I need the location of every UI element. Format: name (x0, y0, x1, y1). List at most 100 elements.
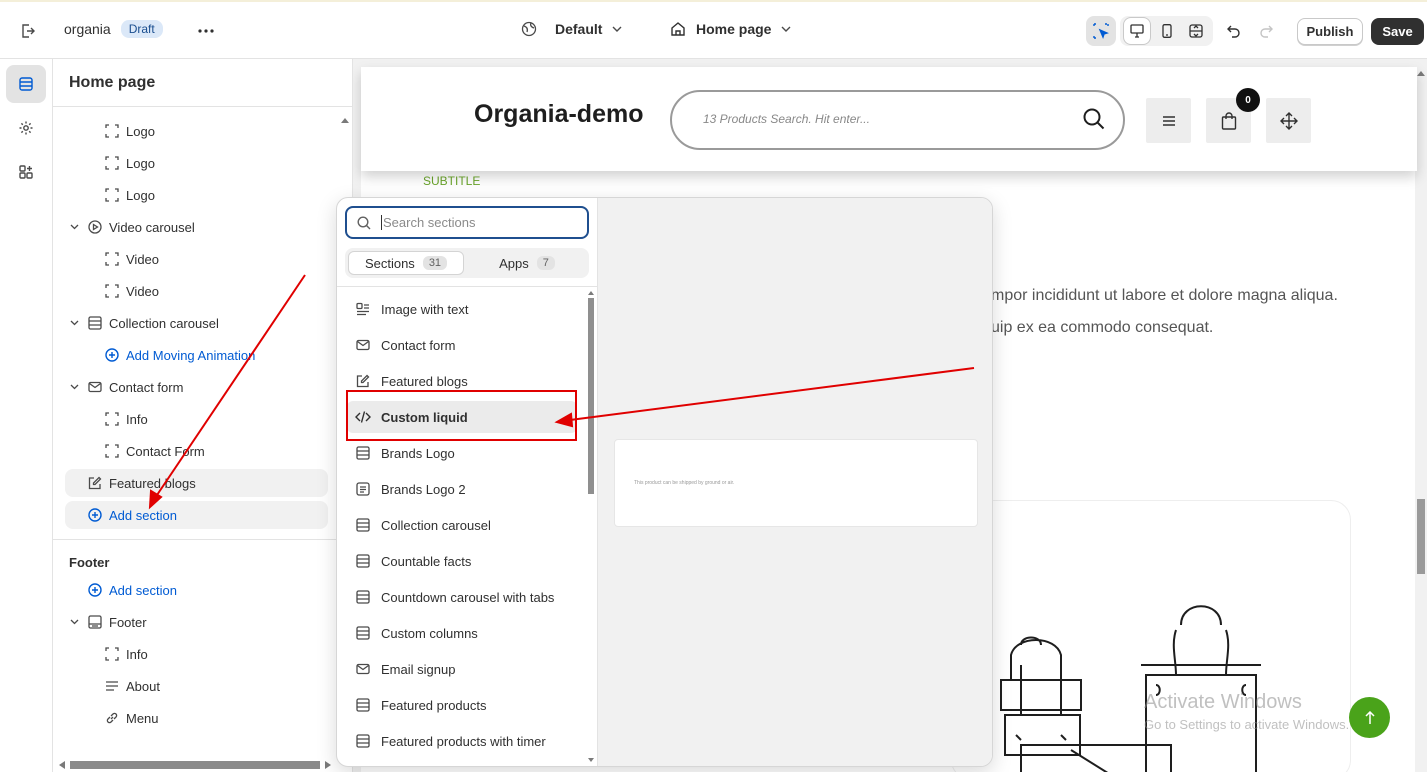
section-option-image-with-text[interactable]: Image with text (347, 293, 577, 325)
publish-button[interactable]: Publish (1297, 18, 1363, 45)
tree-item-logo[interactable]: Logo (104, 181, 155, 209)
section-option-countable-facts[interactable]: Countable facts (347, 545, 577, 577)
mail-icon (87, 379, 103, 395)
search-icon[interactable] (1083, 108, 1105, 133)
more-icon[interactable] (191, 16, 221, 46)
sidebar: Home page Logo Logo Logo Video carousel … (53, 59, 353, 772)
scrollbar-thumb[interactable] (588, 298, 594, 494)
move-button[interactable] (1266, 98, 1311, 143)
mobile-icon (1161, 24, 1173, 38)
footer-add-section-link[interactable]: Add section (87, 576, 177, 604)
move-arrows-icon (1279, 111, 1298, 130)
tree-item-collection-carousel[interactable]: Collection carousel (69, 309, 219, 337)
tree-item-video-carousel[interactable]: Video carousel (69, 213, 195, 241)
tree-item-contact-form-block[interactable]: Contact Form (104, 437, 205, 465)
scroll-to-top-button[interactable] (1349, 697, 1390, 738)
section-option-label: Image with text (381, 301, 469, 317)
tree-item-info[interactable]: Info (104, 405, 148, 433)
mobile-view-button[interactable] (1153, 17, 1181, 45)
tree-item-video[interactable]: Video (104, 245, 159, 273)
tree-item-video[interactable]: Video (104, 277, 159, 305)
scrollbar-thumb[interactable] (70, 761, 320, 769)
apps-nav-button[interactable] (6, 153, 46, 191)
preview-text: This product can be shipped by ground or… (634, 480, 735, 486)
tree-item-logo[interactable]: Logo (104, 117, 155, 145)
tree-item-label: Contact Form (126, 443, 205, 459)
section-icon (355, 697, 371, 713)
sections-nav-button[interactable] (6, 65, 46, 103)
section-option-email-signup[interactable]: Email signup (347, 653, 577, 685)
list-scrollbar[interactable] (586, 288, 596, 766)
link-icon (104, 710, 120, 726)
undo-button[interactable] (1219, 16, 1249, 46)
inspector-button[interactable] (1086, 16, 1116, 46)
store-search-box[interactable]: 13 Products Search. Hit enter... (670, 90, 1125, 150)
tree-item-contact-form[interactable]: Contact form (69, 373, 183, 401)
horizontal-scrollbar[interactable] (57, 759, 347, 771)
settings-nav-button[interactable] (6, 109, 46, 147)
tree-item-info[interactable]: Info (104, 640, 148, 668)
exit-icon[interactable] (13, 16, 43, 46)
chevron-down-icon[interactable] (69, 315, 79, 331)
add-moving-animation-link[interactable]: Add Moving Animation (104, 341, 255, 369)
section-option-custom-columns[interactable]: Custom columns (347, 617, 577, 649)
chevron-down-icon[interactable] (69, 614, 79, 630)
desktop-view-button[interactable] (1123, 17, 1151, 45)
store-header: Organia-demo 13 Products Search. Hit ent… (361, 67, 1417, 171)
bags-illustration (1000, 605, 1261, 772)
apps-icon (18, 164, 34, 180)
section-option-brands-logo[interactable]: Brands Logo (347, 437, 577, 469)
plus-circle-icon (104, 347, 120, 363)
tab-sections[interactable]: Sections 31 (348, 251, 464, 275)
section-icon (355, 589, 371, 605)
fullscreen-view-button[interactable] (1182, 17, 1210, 45)
home-icon (670, 21, 686, 37)
chevron-down-icon[interactable] (69, 219, 79, 235)
section-option-label: Email signup (381, 661, 456, 677)
store-search-placeholder: 13 Products Search. Hit enter... (703, 112, 870, 126)
theme-selector-label: Default (555, 21, 603, 37)
block-icon (104, 283, 120, 299)
section-option-label: Featured blogs (381, 373, 468, 389)
chevron-down-icon (612, 26, 622, 32)
block-icon (104, 411, 120, 427)
mail-icon (355, 661, 371, 677)
tab-apps[interactable]: Apps 7 (468, 251, 586, 275)
page-selector[interactable]: Home page (670, 21, 791, 37)
theme-selector[interactable]: Default (521, 21, 622, 37)
tab-label: Sections (364, 255, 415, 271)
section-option-contact-form[interactable]: Contact form (347, 329, 577, 361)
image-text-icon (355, 301, 371, 317)
block-icon (104, 443, 120, 459)
tree-item-featured-blogs[interactable]: Featured blogs (65, 469, 328, 497)
menu-button[interactable] (1146, 98, 1191, 143)
edit-icon (355, 373, 371, 389)
scrollbar-thumb[interactable] (1417, 499, 1425, 574)
add-section-link[interactable]: Add section (65, 501, 328, 529)
tree-item-about[interactable]: About (104, 672, 160, 700)
section-option-featured-products-timer[interactable]: Featured products with timer (347, 725, 577, 757)
section-option-featured-products[interactable]: Featured products (347, 689, 577, 721)
section-search-input[interactable]: Search sections (345, 206, 589, 239)
tree-item-logo[interactable]: Logo (104, 149, 155, 177)
section-option-label: Brands Logo (381, 445, 455, 461)
section-option-collection-carousel[interactable]: Collection carousel (347, 509, 577, 541)
tree-item-menu[interactable]: Menu (104, 704, 159, 732)
sections-icon (18, 76, 34, 92)
section-option-brands-logo-2[interactable]: Brands Logo 2 (347, 473, 577, 505)
block-icon (104, 123, 120, 139)
mail-icon (355, 337, 371, 353)
redo-button[interactable] (1251, 16, 1281, 46)
activate-windows-subtitle: Go to Settings to activate Windows. (1144, 717, 1350, 732)
scroll-up-icon[interactable] (341, 111, 349, 126)
globe-icon (521, 21, 537, 37)
store-brand[interactable]: Organia-demo (474, 100, 643, 129)
tree-item-label: Logo (126, 155, 155, 171)
chevron-down-icon[interactable] (69, 379, 79, 395)
section-icon (87, 315, 103, 331)
tree-item-footer[interactable]: Footer (69, 608, 147, 636)
preview-card: This product can be shipped by ground or… (614, 439, 978, 527)
section-option-countdown-carousel[interactable]: Countdown carousel with tabs (347, 581, 577, 613)
tree-item-label: Add Moving Animation (126, 347, 256, 363)
save-button[interactable]: Save (1371, 18, 1424, 45)
